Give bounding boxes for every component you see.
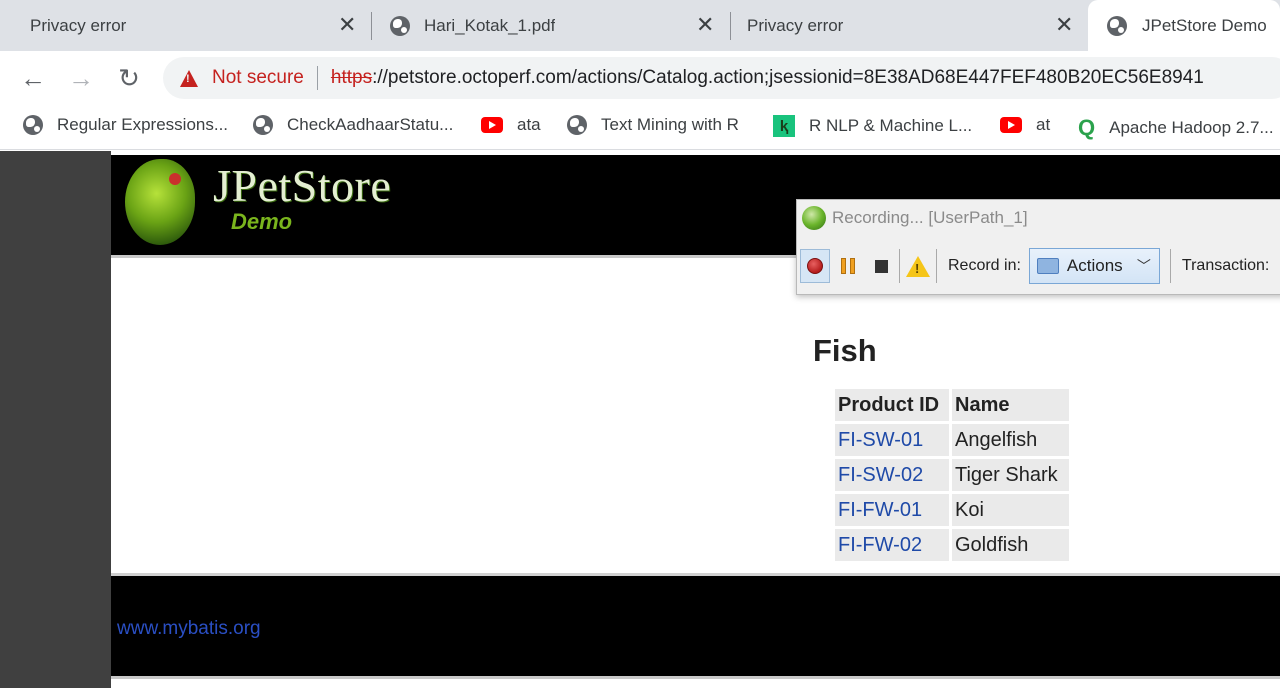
toolbar: ← → ↻ Not secure https ://petstore.octop… bbox=[0, 51, 1280, 105]
rnlp-icon: ⱪ bbox=[773, 115, 795, 137]
tab-strip: Privacy error ✕ Hari_Kotak_1.pdf ✕ Priva… bbox=[0, 0, 1280, 51]
warning-icon[interactable] bbox=[180, 69, 198, 87]
tab-separator bbox=[371, 12, 372, 40]
not-secure-label[interactable]: Not secure bbox=[212, 67, 304, 89]
record-in-value: Actions bbox=[1066, 256, 1123, 275]
toolbar-separator bbox=[899, 249, 900, 283]
recorder-titlebar[interactable]: Recording... [UserPath_1] bbox=[797, 200, 1280, 236]
globe-icon bbox=[253, 115, 273, 135]
tab-close-icon[interactable]: ✕ bbox=[1055, 12, 1073, 38]
mybatis-link[interactable]: www.mybatis.org bbox=[117, 618, 261, 640]
product-name: Koi bbox=[952, 494, 1069, 526]
tab-pdf[interactable]: Hari_Kotak_1.pdf ✕ bbox=[390, 0, 720, 51]
tab-privacy-error-1[interactable]: Privacy error ✕ bbox=[30, 0, 360, 51]
footer-divider bbox=[111, 676, 1280, 679]
table-row: FI-SW-01 Angelfish bbox=[835, 424, 1069, 456]
column-header-name: Name bbox=[952, 389, 1069, 421]
tab-title: Privacy error bbox=[30, 15, 127, 35]
logo-subtitle: Demo bbox=[231, 209, 293, 234]
parrot-logo-icon[interactable] bbox=[125, 159, 195, 245]
record-in-dropdown[interactable]: Actions ﹀ bbox=[1028, 248, 1160, 284]
category-title: Fish bbox=[813, 333, 877, 368]
recorder-toolbar: Record in: Actions ﹀ Transaction: bbox=[797, 244, 1280, 288]
octoperf-app-icon bbox=[802, 206, 826, 230]
product-name: Goldfish bbox=[952, 529, 1069, 561]
product-id-link[interactable]: FI-FW-01 bbox=[838, 499, 922, 521]
bookmark-at[interactable]: at bbox=[1000, 115, 1050, 135]
products-table: Product ID Name FI-SW-01 Angelfish FI-SW… bbox=[832, 386, 1072, 564]
table-row: FI-FW-02 Goldfish bbox=[835, 529, 1069, 561]
product-id-link[interactable]: FI-SW-01 bbox=[838, 429, 923, 451]
bookmark-ata[interactable]: ata bbox=[481, 115, 541, 135]
stop-button[interactable] bbox=[866, 249, 896, 283]
warning-icon bbox=[906, 255, 930, 277]
stop-icon bbox=[874, 259, 888, 273]
tab-privacy-error-2[interactable]: Privacy error ✕ bbox=[747, 0, 1077, 51]
column-header-product-id: Product ID bbox=[835, 389, 949, 421]
toolbar-separator bbox=[1169, 249, 1171, 283]
transaction-label: Transaction: bbox=[1181, 257, 1270, 274]
address-separator bbox=[316, 66, 318, 90]
table-row: FI-SW-02 Tiger Shark bbox=[835, 459, 1069, 491]
bookmark-label: Apache Hadoop 2.7... bbox=[1109, 118, 1274, 137]
bookmark-regular-expressions[interactable]: Regular Expressions... bbox=[23, 115, 228, 135]
folder-icon bbox=[1036, 258, 1059, 274]
url-scheme: https bbox=[330, 67, 373, 88]
url-text: ://petstore.octoperf.com/actions/Catalog… bbox=[372, 67, 1204, 88]
bookmark-checkaadhaar[interactable]: CheckAadhaarStatu... bbox=[253, 115, 453, 135]
bookmark-label: ata bbox=[517, 115, 541, 134]
youtube-icon bbox=[481, 117, 503, 133]
bookmark-text-mining[interactable]: Text Mining with R bbox=[567, 115, 739, 135]
reload-button[interactable]: ↻ bbox=[114, 63, 144, 93]
bookmarks-bar: Regular Expressions... CheckAadhaarStatu… bbox=[0, 105, 1280, 150]
recorder-window[interactable]: Recording... [UserPath_1] Record in: Act… bbox=[796, 199, 1280, 295]
tab-title: Hari_Kotak_1.pdf bbox=[424, 15, 556, 35]
table-header-row: Product ID Name bbox=[835, 389, 1069, 421]
bookmark-r-nlp[interactable]: ⱪ R NLP & Machine L... bbox=[773, 115, 972, 137]
site-footer: www.mybatis.org bbox=[111, 573, 1280, 676]
forward-button[interactable]: → bbox=[66, 63, 96, 93]
recorder-title: Recording... [UserPath_1] bbox=[832, 208, 1028, 227]
bookmark-label: at bbox=[1036, 115, 1051, 134]
product-id-link[interactable]: FI-SW-02 bbox=[838, 464, 923, 486]
toolbar-separator bbox=[936, 249, 937, 283]
tab-close-icon[interactable]: ✕ bbox=[696, 12, 714, 38]
bookmark-apache-hadoop[interactable]: Q Apache Hadoop 2.7... bbox=[1078, 115, 1274, 141]
globe-icon bbox=[23, 115, 43, 135]
globe-icon bbox=[567, 115, 587, 135]
address-bar[interactable]: Not secure https ://petstore.octoperf.co… bbox=[163, 57, 1280, 99]
back-button[interactable]: ← bbox=[18, 63, 48, 93]
qubole-icon: Q bbox=[1078, 115, 1096, 140]
bookmark-label: Text Mining with R bbox=[601, 115, 739, 134]
tab-close-icon[interactable]: ✕ bbox=[338, 12, 356, 38]
bookmark-label: CheckAadhaarStatu... bbox=[287, 115, 454, 134]
globe-icon bbox=[1107, 15, 1127, 36]
logo-title[interactable]: JPetStore bbox=[213, 159, 391, 212]
record-icon bbox=[807, 258, 823, 274]
globe-icon bbox=[390, 15, 410, 36]
record-button[interactable] bbox=[800, 249, 830, 283]
youtube-icon bbox=[1000, 117, 1022, 133]
pause-button[interactable] bbox=[833, 249, 863, 283]
tab-jpetstore-active[interactable]: JPetStore Demo bbox=[1088, 0, 1280, 51]
tab-title: JPetStore Demo bbox=[1142, 15, 1267, 35]
warnings-button[interactable] bbox=[903, 249, 933, 283]
table-row: FI-FW-01 Koi bbox=[835, 494, 1069, 526]
record-in-label: Record in: bbox=[948, 257, 1021, 274]
product-id-link[interactable]: FI-FW-02 bbox=[838, 534, 922, 556]
pause-icon bbox=[841, 258, 855, 274]
chevron-down-icon: ﹀ bbox=[1136, 258, 1151, 274]
tab-title: Privacy error bbox=[747, 15, 844, 35]
product-name: Angelfish bbox=[952, 424, 1069, 456]
tab-separator bbox=[730, 12, 731, 40]
bookmark-label: Regular Expressions... bbox=[57, 115, 229, 134]
bookmark-label: R NLP & Machine L... bbox=[809, 116, 973, 135]
product-name: Tiger Shark bbox=[952, 459, 1069, 491]
